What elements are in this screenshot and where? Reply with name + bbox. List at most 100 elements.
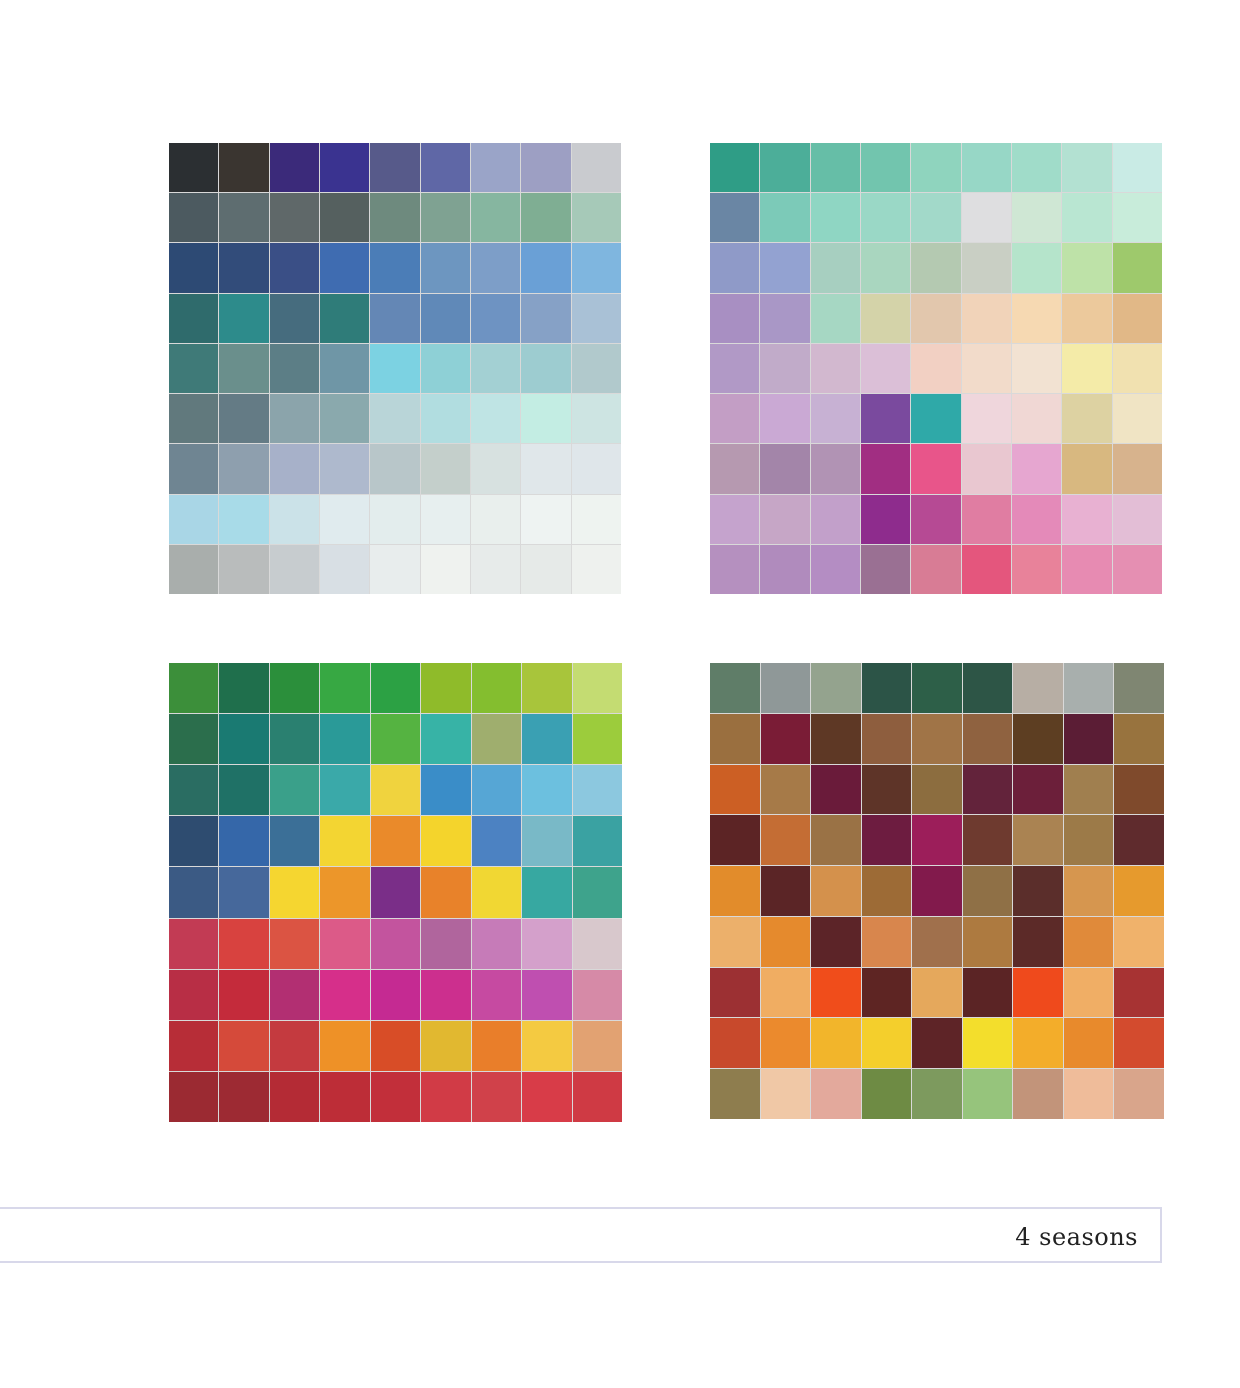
mosaic-tile (912, 967, 962, 1018)
caption-bar: 4 seasons (0, 1207, 1162, 1263)
mosaic-tile (572, 918, 622, 969)
mosaic-tile (169, 544, 219, 594)
mosaic-tile (269, 394, 319, 444)
mosaic-tile (1013, 713, 1063, 764)
mosaic-tile (962, 1018, 1013, 1069)
mosaic-tile (912, 1069, 962, 1119)
mosaic-tile (522, 867, 572, 918)
winter-mosaic (169, 143, 621, 594)
mosaic-tile (169, 714, 219, 765)
mosaic-tile (861, 866, 912, 916)
mosaic-tile (861, 764, 912, 815)
mosaic-tile (219, 143, 269, 193)
mosaic-tile (370, 867, 421, 918)
mosaic-tile (219, 714, 269, 765)
mosaic-tile (710, 764, 760, 815)
mosaic-tile (1011, 193, 1062, 243)
mosaic-tile (1112, 544, 1162, 594)
mosaic-tile (522, 1020, 572, 1071)
mosaic-tile (269, 343, 319, 394)
mosaic-tile (269, 293, 319, 343)
mosaic-tile (760, 1069, 811, 1119)
mosaic-tile (219, 765, 269, 816)
mosaic-tile (1112, 293, 1162, 343)
mosaic-tile (521, 494, 571, 544)
mosaic-tile (1011, 143, 1062, 193)
mosaic-tile (370, 765, 421, 816)
mosaic-tile (961, 343, 1011, 394)
mosaic-tile (420, 143, 470, 193)
mosaic-tile (1112, 343, 1162, 394)
mosaic-tile (370, 918, 421, 969)
mosaic-tile (470, 143, 521, 193)
mosaic-tile (319, 343, 370, 394)
mosaic-tile (320, 816, 370, 867)
mosaic-tile (710, 494, 760, 544)
mosaic-tile (219, 1071, 269, 1122)
mosaic-tile (572, 1020, 622, 1071)
mosaic-tile (1013, 815, 1063, 866)
mosaic-tile (912, 866, 962, 916)
mosaic-tile (571, 343, 621, 394)
mosaic-tile (911, 143, 961, 193)
mosaic-tile (522, 663, 572, 714)
caption-text: 4 seasons (1015, 1223, 1138, 1251)
mosaic-tile (912, 916, 962, 967)
mosaic-tile (471, 816, 522, 867)
mosaic-tile (860, 243, 911, 293)
mosaic-tile (269, 969, 320, 1020)
mosaic-tile (269, 765, 320, 816)
mosaic-tile (269, 494, 319, 544)
mosaic-tile (962, 967, 1013, 1018)
mosaic-tile (522, 816, 572, 867)
mosaic-tile (1114, 663, 1164, 713)
mosaic-tile (470, 544, 521, 594)
mosaic-tile (169, 969, 219, 1020)
mosaic-tile (810, 544, 860, 594)
mosaic-tile (269, 143, 319, 193)
mosaic-tile (1063, 967, 1114, 1018)
mosaic-tile (1114, 764, 1164, 815)
mosaic-tile (219, 243, 269, 293)
mosaic-tile (420, 293, 470, 343)
mosaic-tile (169, 1071, 219, 1122)
mosaic-tile (911, 544, 961, 594)
mosaic-tile (169, 343, 219, 394)
mosaic-tile (1013, 1069, 1063, 1119)
mosaic-tile (320, 918, 370, 969)
mosaic-tile (571, 243, 621, 293)
mosaic-tile (1063, 663, 1114, 713)
mosaic-tile (470, 243, 521, 293)
mosaic-tile (1062, 394, 1112, 444)
mosaic-tile (1013, 916, 1063, 967)
mosaic-tile (912, 764, 962, 815)
mosaic-tile (811, 866, 861, 916)
mosaic-tile (320, 765, 370, 816)
mosaic-tile (710, 193, 760, 243)
mosaic-tile (911, 444, 961, 494)
mosaic-tile (1062, 444, 1112, 494)
mosaic-tile (1062, 494, 1112, 544)
mosaic-tile (420, 544, 470, 594)
mosaic-tile (370, 816, 421, 867)
mosaic-tile (522, 969, 572, 1020)
mosaic-tile (710, 663, 760, 713)
mosaic-tile (861, 967, 912, 1018)
mosaic-tile (810, 243, 860, 293)
mosaic-tile (169, 494, 219, 544)
mosaic-tile (710, 343, 760, 394)
mosaic-tile (962, 916, 1013, 967)
mosaic-tile (370, 1071, 421, 1122)
mosaic-tile (811, 815, 861, 866)
mosaic-tile (912, 1018, 962, 1069)
mosaic-tile (269, 1071, 320, 1122)
mosaic-tile (1112, 394, 1162, 444)
mosaic-tile (1112, 444, 1162, 494)
mosaic-tile (521, 243, 571, 293)
mosaic-tile (571, 193, 621, 243)
mosaic-tile (521, 444, 571, 494)
mosaic-tile (710, 866, 760, 916)
mosaic-tile (1062, 143, 1112, 193)
mosaic-tile (319, 293, 370, 343)
mosaic-tile (861, 663, 912, 713)
